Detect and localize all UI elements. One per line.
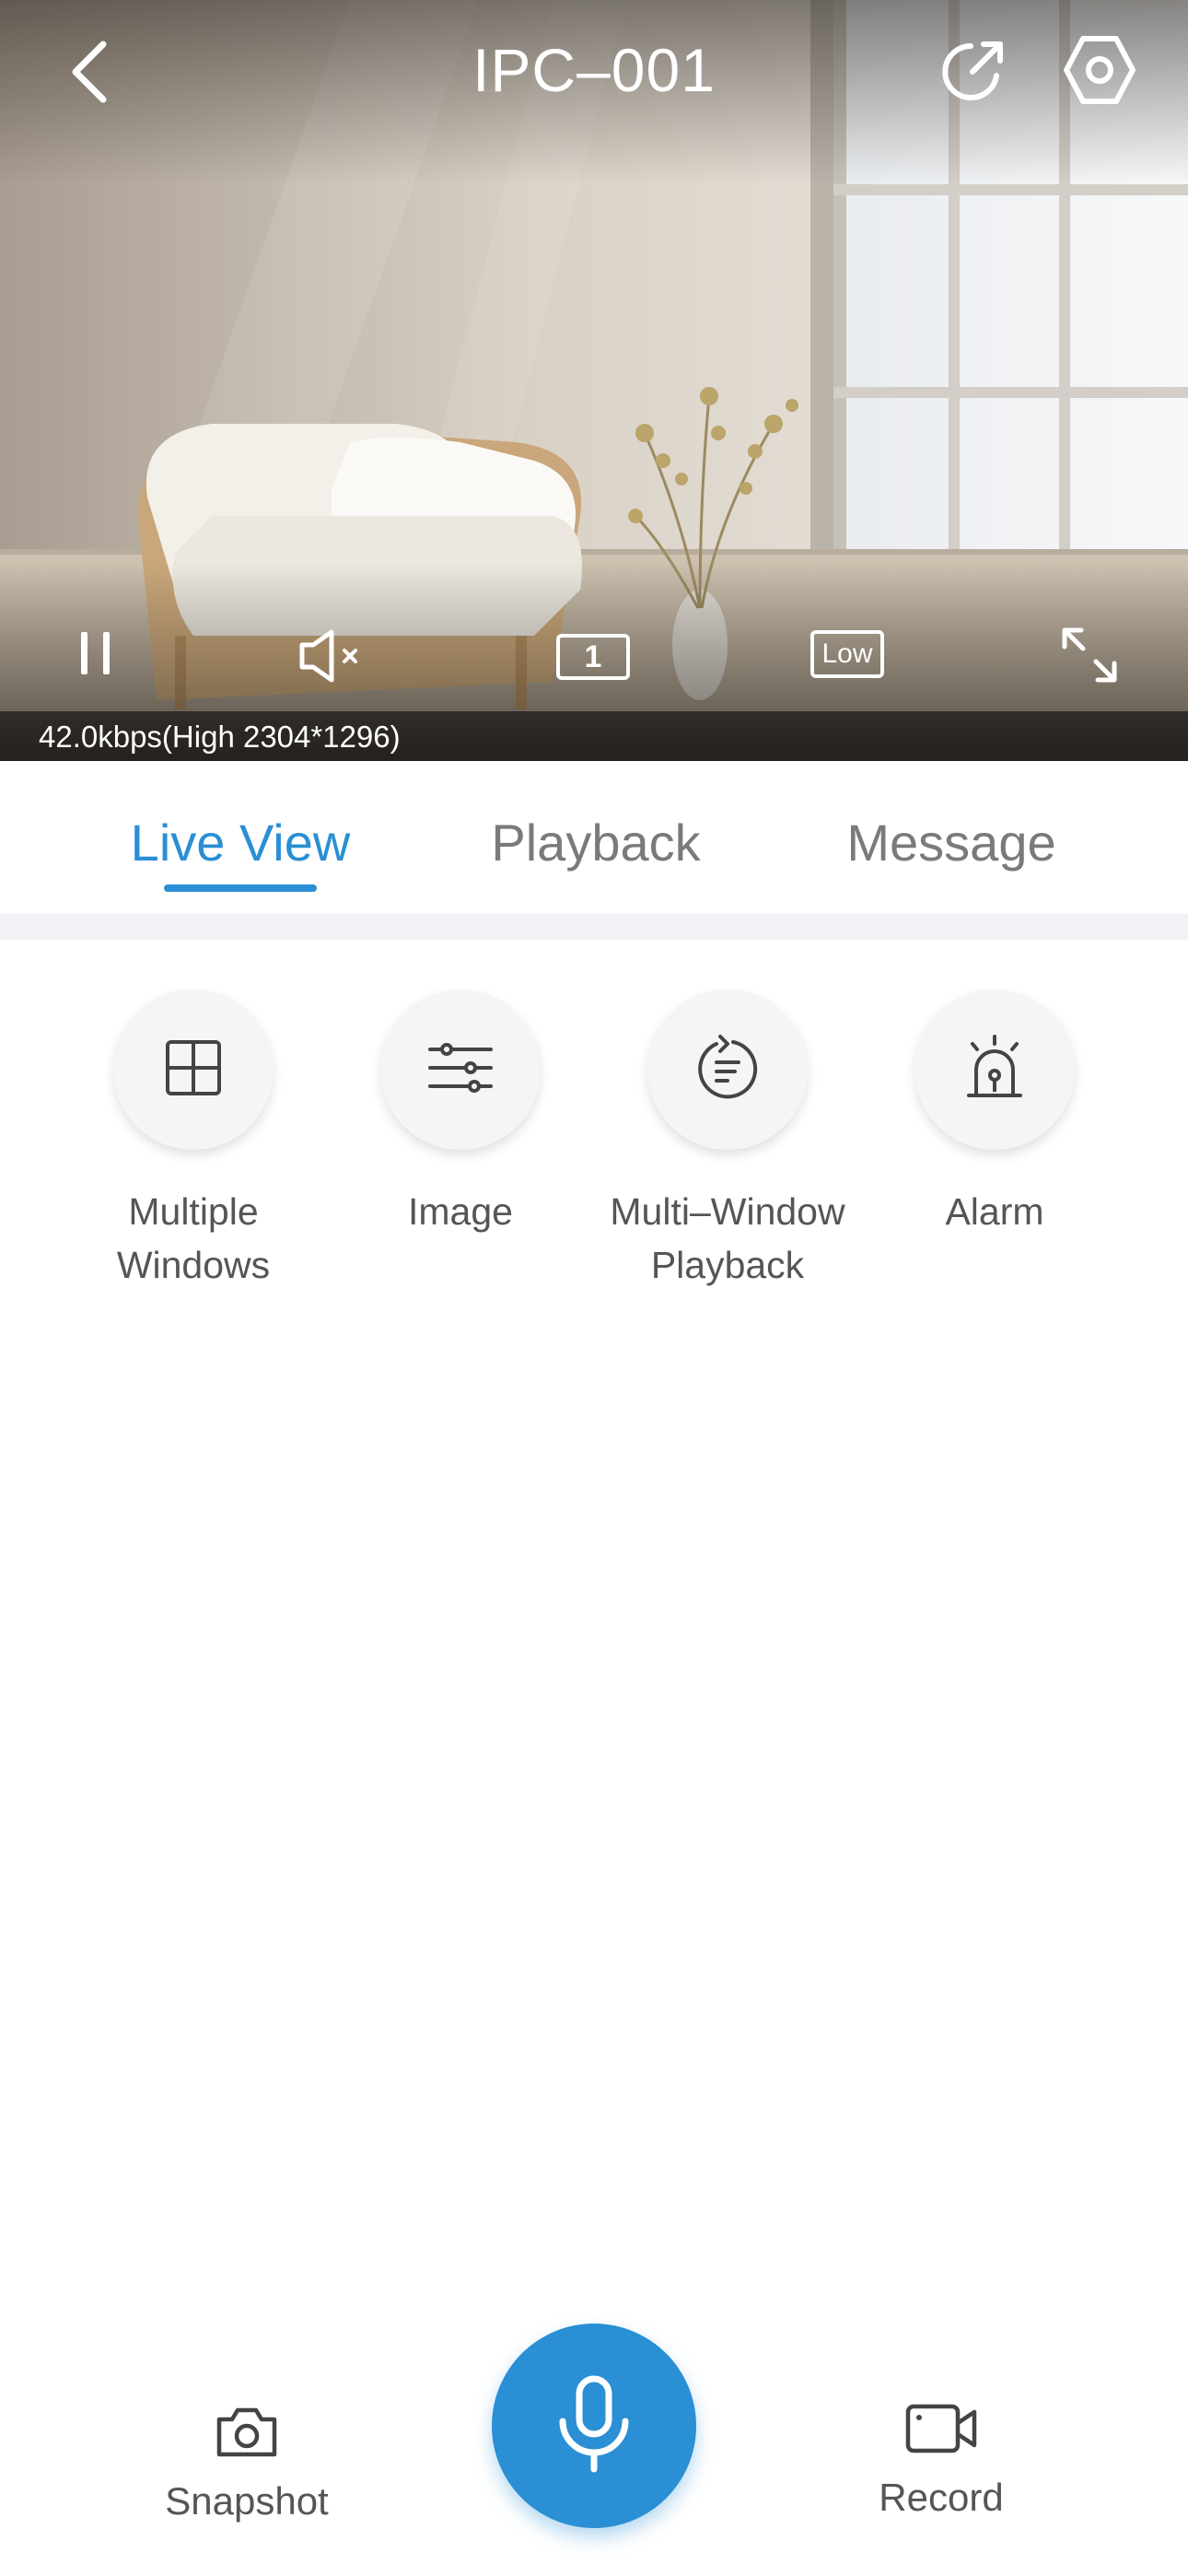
live-video-view[interactable]: IPC–001 1 Low 42.0kbps(High 2304*1296)	[0, 0, 1188, 761]
image-settings-button[interactable]: Image	[322, 989, 599, 1238]
stream-info-text: 42.0kbps(High 2304*1296)	[39, 720, 401, 754]
multiple-windows-button[interactable]: Multiple Windows	[55, 989, 332, 1292]
mute-icon[interactable]	[297, 626, 370, 685]
active-tab-indicator	[164, 884, 317, 892]
record-label: Record	[879, 2476, 1004, 2519]
snapshot-button[interactable]: Snapshot	[127, 2405, 367, 2525]
camera-icon	[214, 2405, 280, 2465]
channel-badge[interactable]: 1	[556, 634, 630, 680]
multiple-windows-label: Multiple Windows	[116, 1190, 271, 1286]
multi-window-playback-button[interactable]: Multi–Window Playback	[589, 989, 866, 1292]
playback-icon	[693, 1033, 763, 1107]
fullscreen-icon[interactable]	[1059, 625, 1120, 685]
record-button[interactable]: Record	[821, 2401, 1061, 2522]
multiple-windows-circle	[113, 989, 274, 1150]
talk-button[interactable]	[492, 2324, 696, 2528]
tab-live-view[interactable]: Live View	[92, 811, 389, 875]
alarm-label: Alarm	[945, 1190, 1044, 1233]
multi-window-playback-label: Multi–Window Playback	[610, 1190, 845, 1286]
video-camera-icon	[904, 2401, 978, 2461]
quality-toggle[interactable]: Low	[810, 630, 884, 678]
pause-icon[interactable]	[77, 628, 114, 678]
alarm-circle	[914, 989, 1075, 1150]
image-settings-circle	[380, 989, 541, 1150]
share-icon[interactable]	[936, 35, 1009, 109]
section-divider	[0, 914, 1188, 940]
snapshot-label: Snapshot	[165, 2479, 329, 2523]
sliders-icon	[426, 1040, 495, 1100]
image-label: Image	[408, 1190, 513, 1233]
grid-icon	[164, 1038, 223, 1102]
alarm-icon	[960, 1033, 1030, 1107]
tab-message[interactable]: Message	[803, 811, 1100, 875]
microphone-icon	[548, 2373, 640, 2479]
alarm-button[interactable]: Alarm	[856, 989, 1133, 1238]
multi-window-playback-circle	[647, 989, 808, 1150]
device-title: IPC–001	[472, 36, 716, 104]
settings-icon[interactable]	[1061, 33, 1138, 107]
tab-playback[interactable]: Playback	[448, 811, 744, 875]
